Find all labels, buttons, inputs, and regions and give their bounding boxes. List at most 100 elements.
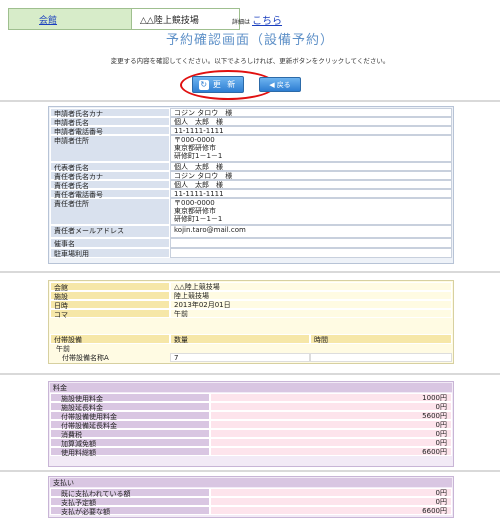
update-button[interactable]: ↻ 更 新 [192, 76, 244, 93]
divider [0, 100, 500, 102]
applicant-label: 責任者住所 [50, 198, 170, 225]
applicant-label: 責任者氏名 [50, 180, 170, 190]
applicant-value [170, 238, 452, 248]
payment-label: 支払予定額 [50, 497, 210, 507]
applicant-row: 催事名 [50, 238, 452, 248]
applicant-row: 代表者氏名 個人 太郎 様 [50, 162, 452, 172]
venue-cell: 会館 [9, 9, 132, 29]
reservation-value: 午前 [170, 309, 452, 318]
applicant-label: 代表者氏名 [50, 162, 170, 172]
payment-value: 0円 [210, 488, 452, 497]
divider [0, 373, 500, 375]
reservation-label: 施設 [50, 291, 170, 301]
applicant-row: 責任者電話番号 11-1111-1111 [50, 189, 452, 199]
back-arrow-icon: ◀ [269, 80, 275, 89]
applicant-value: 個人 太郎 様 [170, 180, 452, 189]
fee-row: 施設使用料金 1000円 [50, 393, 452, 403]
applicant-row: 駐車場利用 [50, 248, 452, 258]
equipment-col-time: 時間 [310, 334, 452, 344]
equipment-period-row: 午前 [50, 344, 452, 353]
venue-bar: 会館 △△陸上競技場 [8, 8, 240, 30]
applicant-value: 〒000-0000 東京都研修市 研修町1－1－1 [170, 198, 452, 225]
reservation-value: 陸上競技場 [170, 291, 452, 300]
reservation-row: 日時 2013年02月01日 [50, 300, 452, 310]
detail-label: 詳細は [232, 19, 251, 26]
fee-label: 付帯設備延長料金 [50, 420, 210, 430]
applicant-row: 責任者住所 〒000-0000 東京都研修市 研修町1－1－1 [50, 198, 452, 225]
payment-row: 支払予定額 0円 [50, 497, 452, 507]
reservation-row: 会館 △△陸上競技場 [50, 282, 452, 292]
applicant-value: 11-1111-1111 [170, 126, 452, 135]
reservation-row: 施設 陸上競技場 [50, 291, 452, 301]
fee-label: 消費税 [50, 429, 210, 439]
fee-value: 5600円 [210, 411, 452, 420]
fee-row: 付帯設備使用料金 5600円 [50, 411, 452, 421]
reservation-value: 2013年02月01日 [170, 300, 452, 309]
reservation-value: △△陸上競技場 [170, 282, 452, 291]
fee-row: 消費税 0円 [50, 429, 452, 439]
payment-value: 0円 [210, 497, 452, 506]
applicant-row: 申請者氏名カナ コジン タロウ 様 [50, 108, 452, 118]
applicant-value: 〒000-0000 東京都研修市 研修町1－1－1 [170, 135, 452, 162]
fee-label: 付帯設備使用料金 [50, 411, 210, 421]
applicant-value [170, 248, 452, 258]
fee-value: 0円 [210, 402, 452, 411]
applicant-row: 責任者氏名カナ コジン タロウ 様 [50, 171, 452, 181]
fee-row: 加算減免額 0円 [50, 438, 452, 448]
payment-row: 支払が必要な額 6600円 [50, 506, 452, 516]
reservation-label: コマ [50, 309, 170, 319]
fee-row: 付帯設備延長料金 0円 [50, 420, 452, 430]
fee-title: 料金 [50, 383, 452, 392]
detail-link[interactable]: こちら [252, 12, 282, 27]
detail-area: 詳細は こちら [232, 12, 282, 27]
applicant-label: 申請者住所 [50, 135, 170, 162]
equipment-header: 付帯設備 数量 時間 [50, 334, 452, 344]
reservation-label: 会館 [50, 282, 170, 292]
applicant-row: 申請者電話番号 11-1111-1111 [50, 126, 452, 136]
fee-value: 1000円 [210, 393, 452, 402]
venue-link[interactable]: 会館 [39, 13, 57, 26]
fee-label: 使用料総額 [50, 447, 210, 457]
applicant-value: 個人 太郎 様 [170, 117, 452, 126]
divider [0, 470, 500, 472]
fee-label: 施設使用料金 [50, 393, 210, 403]
fee-value: 0円 [210, 438, 452, 447]
applicant-row: 責任者メールアドレス kojin.taro@mail.com [50, 225, 452, 238]
notice-text: 変更する内容を確認してください。以下でよろしければ、更新ボタンをクリックしてくだ… [110, 57, 390, 65]
applicant-row: 申請者氏名 個人 太郎 様 [50, 117, 452, 127]
applicant-label: 駐車場利用 [50, 248, 170, 258]
applicant-value: 11-1111-1111 [170, 189, 452, 198]
equipment-period: 午前 [56, 345, 70, 353]
payment-title: 支払い [50, 478, 452, 487]
applicant-value: kojin.taro@mail.com [170, 225, 452, 238]
reservation-row: コマ 午前 [50, 309, 452, 319]
applicant-value: コジン タロウ 様 [170, 108, 452, 117]
applicant-row: 責任者氏名 個人 太郎 様 [50, 180, 452, 190]
applicant-label: 責任者メールアドレス [50, 225, 170, 238]
fee-value: 0円 [210, 420, 452, 429]
applicant-value: コジン タロウ 様 [170, 171, 452, 180]
refresh-icon: ↻ [198, 79, 209, 90]
fee-row: 使用料総額 6600円 [50, 447, 452, 457]
facility-name: △△陸上競技場 [132, 9, 239, 29]
equipment-col-qty: 数量 [170, 334, 310, 344]
payment-label: 支払が必要な額 [50, 506, 210, 516]
equipment-item-time [310, 353, 452, 362]
equipment-item-row: 付帯設備名称A 7 [50, 353, 452, 362]
applicant-label: 責任者電話番号 [50, 189, 170, 199]
applicant-label: 責任者氏名カナ [50, 171, 170, 181]
page-title: 予約確認画面（設備予約） [165, 33, 334, 48]
fee-value: 0円 [210, 429, 452, 438]
fee-label: 加算減免額 [50, 438, 210, 448]
applicant-label: 申請者氏名 [50, 117, 170, 127]
update-label: 更 新 [212, 80, 238, 89]
applicant-label: 申請者電話番号 [50, 126, 170, 136]
payment-value: 6600円 [210, 506, 452, 515]
equipment-item-qty: 7 [170, 353, 310, 362]
applicant-row: 申請者住所 〒000-0000 東京都研修市 研修町1－1－1 [50, 135, 452, 162]
fee-row: 施設延長料金 0円 [50, 402, 452, 412]
equipment-col-name: 付帯設備 [50, 334, 170, 344]
fee-label: 施設延長料金 [50, 402, 210, 412]
reservation-label: 日時 [50, 300, 170, 310]
back-button[interactable]: ◀ 戻る [259, 77, 301, 92]
